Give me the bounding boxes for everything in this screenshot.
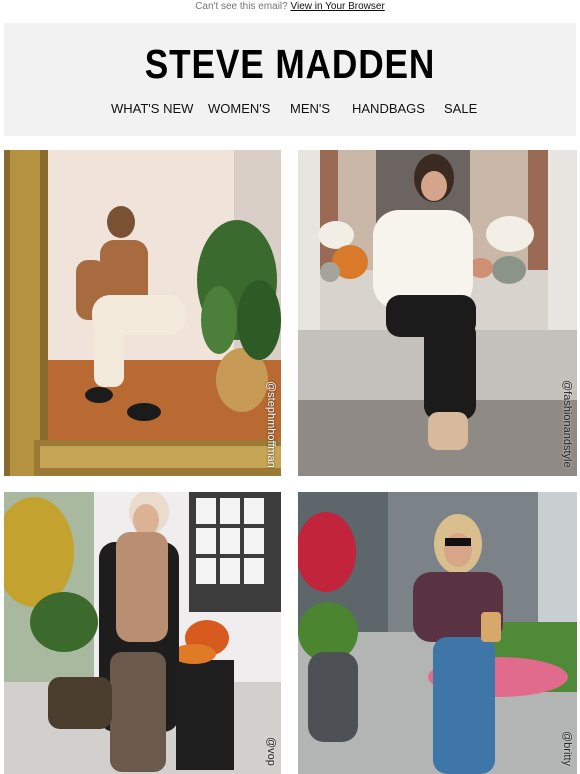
mirror-selfie-image [4,150,281,476]
influencer-photo-1[interactable]: @stephmhoffman [4,150,281,476]
photo-3-handle: @vop [265,737,277,766]
autumn-door-image [4,492,281,774]
influencer-photo-2[interactable]: @fashionandstyle [298,150,577,476]
email-header: STEVE MADDEN WHAT'S NEW WOMEN'S MEN'S HA… [4,23,576,136]
photo-2-handle: @fashionandstyle [561,380,573,468]
steve-madden-logo[interactable]: STEVE MADDEN [44,41,536,87]
nav-sale[interactable]: SALE [444,101,477,117]
modern-exterior-image [298,492,577,774]
porch-steps-image [298,150,577,476]
nav-womens[interactable]: WOMEN'S [208,101,270,117]
nav-mens[interactable]: MEN'S [290,101,330,117]
influencer-photo-4[interactable]: @britty [298,492,577,774]
view-in-browser-bar: Can't see this email? View in Your Brows… [0,0,580,16]
nav-handbags[interactable]: HANDBAGS [352,101,425,117]
photo-1-handle: @stephmhoffman [265,381,277,468]
cant-see-email-text: Can't see this email? [195,1,288,12]
influencer-photo-3[interactable]: @vop [4,492,281,774]
photo-4-handle: @britty [561,730,573,766]
view-in-browser-link[interactable]: View in Your Browser [290,1,384,12]
nav-whats-new[interactable]: WHAT'S NEW [111,101,193,117]
